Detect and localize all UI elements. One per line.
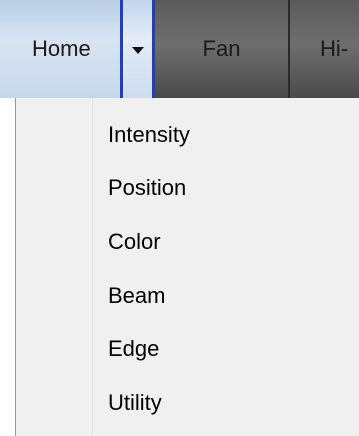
menu-item-utility[interactable]: Utility [108, 383, 162, 423]
dropdown-menu: Intensity Position Color Beam Edge Utili… [15, 98, 359, 436]
tab-hi-label: Hi- [320, 36, 349, 61]
menu-item-position[interactable]: Position [108, 168, 186, 208]
tab-fan[interactable]: Fan [155, 0, 290, 98]
menu-item-beam[interactable]: Beam [108, 276, 165, 316]
toolbar: Home Fan Hi- [0, 0, 359, 98]
tab-hi[interactable]: Hi- [292, 0, 359, 98]
menu-item-color[interactable]: Color [108, 222, 161, 262]
tab-home[interactable]: Home [0, 0, 120, 98]
menu-item-edge[interactable]: Edge [108, 329, 159, 369]
tab-fan-label: Fan [202, 36, 241, 61]
tab-home-label: Home [32, 36, 91, 61]
home-dropdown-button[interactable] [120, 0, 155, 98]
menu-icon-gutter [16, 98, 93, 436]
menu-item-intensity[interactable]: Intensity [108, 115, 190, 155]
chevron-down-icon [131, 47, 144, 54]
